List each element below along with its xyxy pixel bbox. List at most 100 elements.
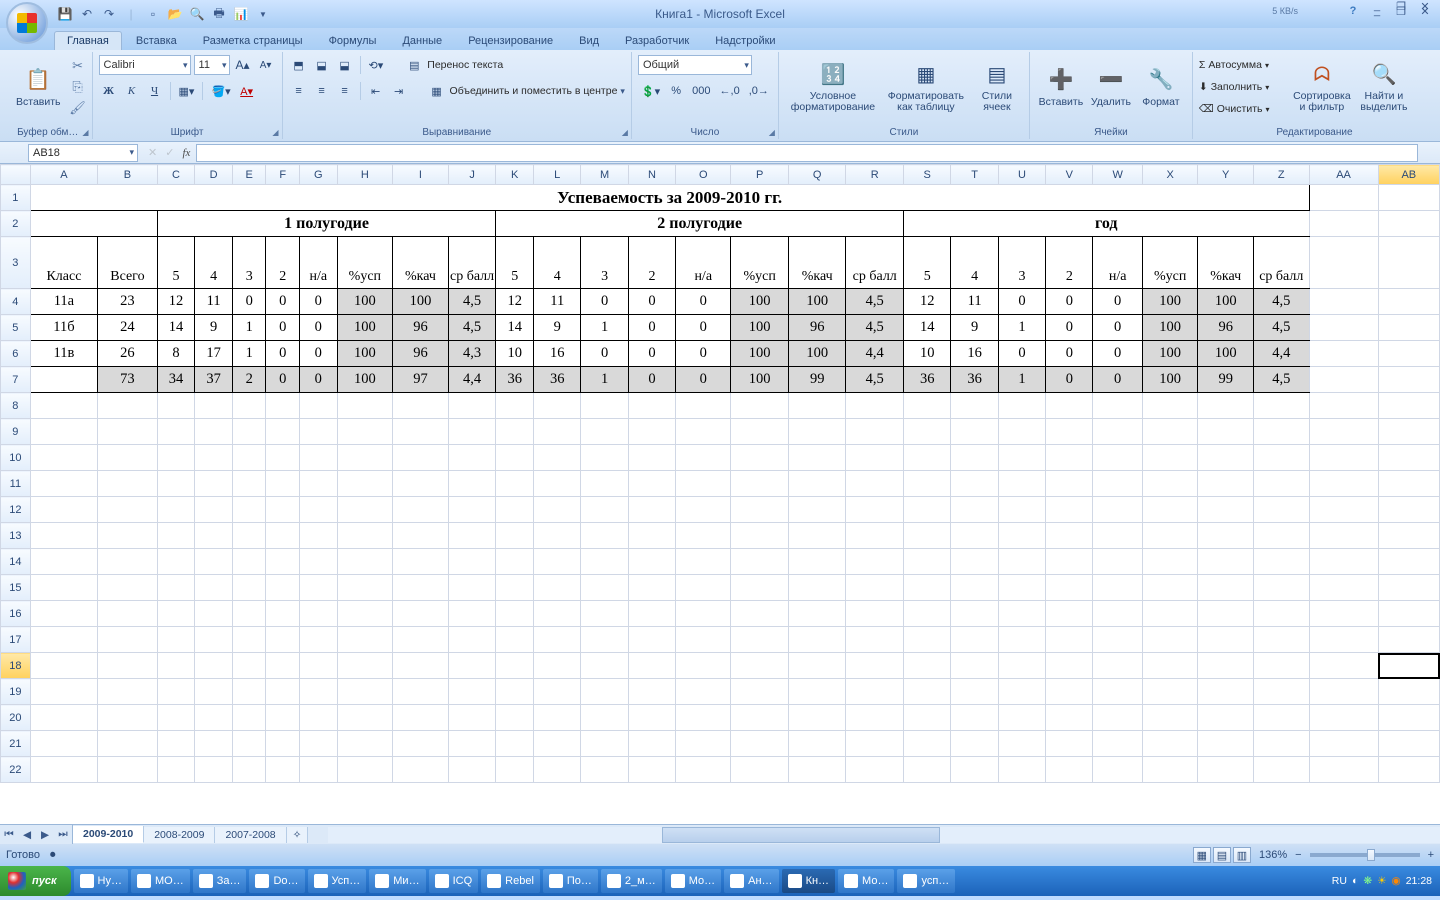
empty-cell[interactable] <box>1254 497 1310 523</box>
data-cell[interactable]: 4,5 <box>1254 289 1310 315</box>
empty-cell[interactable] <box>534 679 581 705</box>
empty-cell[interactable] <box>30 497 97 523</box>
page-layout-view-icon[interactable]: ▤ <box>1213 847 1231 863</box>
empty-cell[interactable] <box>998 601 1045 627</box>
empty-cell[interactable] <box>731 471 789 497</box>
empty-cell[interactable] <box>496 575 534 601</box>
data-cell[interactable]: 100 <box>731 289 789 315</box>
empty-cell[interactable] <box>1198 471 1254 497</box>
format-cells-button[interactable]: 🔧Формат <box>1136 54 1186 120</box>
empty-cell[interactable] <box>98 549 158 575</box>
col-header[interactable]: F <box>266 165 300 185</box>
empty-cell[interactable] <box>534 601 581 627</box>
data-cell[interactable]: 1 <box>232 315 266 341</box>
empty-cell[interactable] <box>496 757 534 783</box>
horizontal-scrollbar[interactable] <box>328 827 1440 843</box>
empty-cell[interactable] <box>1378 653 1439 679</box>
empty-cell[interactable] <box>266 549 300 575</box>
empty-cell[interactable] <box>98 393 158 419</box>
empty-cell[interactable] <box>30 679 97 705</box>
empty-cell[interactable] <box>300 705 338 731</box>
empty-cell[interactable] <box>337 731 393 757</box>
data-cell[interactable]: 0 <box>1093 341 1142 367</box>
empty-cell[interactable] <box>581 731 628 757</box>
empty-cell[interactable] <box>195 393 233 419</box>
data-cell[interactable]: 11 <box>951 289 998 315</box>
comma-icon[interactable]: 000 <box>689 81 713 101</box>
col-header[interactable]: K <box>496 165 534 185</box>
office-button[interactable] <box>6 2 48 44</box>
empty-cell[interactable] <box>998 575 1045 601</box>
empty-cell[interactable] <box>534 627 581 653</box>
empty-cell[interactable] <box>1198 523 1254 549</box>
row-header[interactable]: 7 <box>1 367 31 393</box>
tab-insert[interactable]: Вставка <box>124 32 189 50</box>
row-header[interactable]: 4 <box>1 289 31 315</box>
data-cell[interactable]: 0 <box>1046 289 1093 315</box>
empty-cell[interactable] <box>1093 627 1142 653</box>
empty-cell[interactable] <box>1142 679 1198 705</box>
row-header[interactable]: 12 <box>1 497 31 523</box>
empty-cell[interactable] <box>30 705 97 731</box>
empty-cell[interactable] <box>337 497 393 523</box>
row-header[interactable]: 17 <box>1 627 31 653</box>
empty-cell[interactable] <box>951 497 998 523</box>
empty-cell[interactable] <box>534 705 581 731</box>
empty-cell[interactable] <box>195 679 233 705</box>
empty-cell[interactable] <box>1142 601 1198 627</box>
paste-button[interactable]: 📋 Вставить <box>10 54 67 120</box>
empty-cell[interactable] <box>846 627 903 653</box>
bold-button[interactable]: Ж <box>99 81 119 101</box>
empty-cell[interactable] <box>676 497 731 523</box>
empty-cell[interactable] <box>1046 601 1093 627</box>
empty-cell[interactable] <box>1378 705 1439 731</box>
col-header[interactable]: D <box>195 165 233 185</box>
empty-cell[interactable] <box>496 523 534 549</box>
empty-cell[interactable] <box>448 575 496 601</box>
select-all-cell[interactable] <box>1 165 31 185</box>
empty-cell[interactable] <box>998 419 1045 445</box>
data-cell[interactable]: 100 <box>1142 289 1198 315</box>
col-header[interactable]: B <box>98 165 158 185</box>
decrease-indent-icon[interactable]: ⇤ <box>366 81 386 101</box>
format-painter-icon[interactable]: 🖌 <box>70 98 86 118</box>
empty-cell[interactable] <box>731 705 789 731</box>
empty-cell[interactable] <box>157 705 195 731</box>
empty-cell[interactable] <box>676 731 731 757</box>
empty-cell[interactable] <box>232 627 266 653</box>
empty-cell[interactable] <box>581 627 628 653</box>
empty-cell[interactable] <box>1378 601 1439 627</box>
data-cell[interactable]: 0 <box>300 315 338 341</box>
empty-cell[interactable] <box>1198 705 1254 731</box>
empty-cell[interactable] <box>628 523 675 549</box>
empty-cell[interactable] <box>581 497 628 523</box>
empty-cell[interactable] <box>496 627 534 653</box>
col-header[interactable]: P <box>731 165 789 185</box>
empty-cell[interactable] <box>300 549 338 575</box>
empty-cell[interactable] <box>788 419 846 445</box>
taskbar-item[interactable]: Rebel <box>481 869 540 893</box>
empty-cell[interactable] <box>1142 549 1198 575</box>
col-header[interactable]: M <box>581 165 628 185</box>
data-cell[interactable]: 100 <box>1198 341 1254 367</box>
format-as-table-button[interactable]: ▦Форматировать как таблицу <box>881 54 971 120</box>
close-icon[interactable]: ✕ <box>1416 0 1434 13</box>
empty-cell[interactable] <box>232 393 266 419</box>
row-header[interactable]: 13 <box>1 523 31 549</box>
empty-cell[interactable] <box>1378 523 1439 549</box>
orientation-icon[interactable]: ⟲▾ <box>366 55 387 75</box>
empty-cell[interactable] <box>676 549 731 575</box>
data-cell[interactable]: 4,5 <box>448 289 496 315</box>
font-size-combo[interactable]: 11 <box>194 55 230 75</box>
empty-cell[interactable] <box>1198 757 1254 783</box>
italic-button[interactable]: К <box>122 81 142 101</box>
empty-cell[interactable] <box>1254 627 1310 653</box>
empty-cell[interactable] <box>581 549 628 575</box>
empty-cell[interactable] <box>300 627 338 653</box>
empty-cell[interactable] <box>496 601 534 627</box>
empty-cell[interactable] <box>393 471 449 497</box>
empty-cell[interactable] <box>731 601 789 627</box>
data-cell[interactable]: 0 <box>998 341 1045 367</box>
data-cell[interactable]: 100 <box>1142 315 1198 341</box>
data-cell[interactable]: 36 <box>534 367 581 393</box>
